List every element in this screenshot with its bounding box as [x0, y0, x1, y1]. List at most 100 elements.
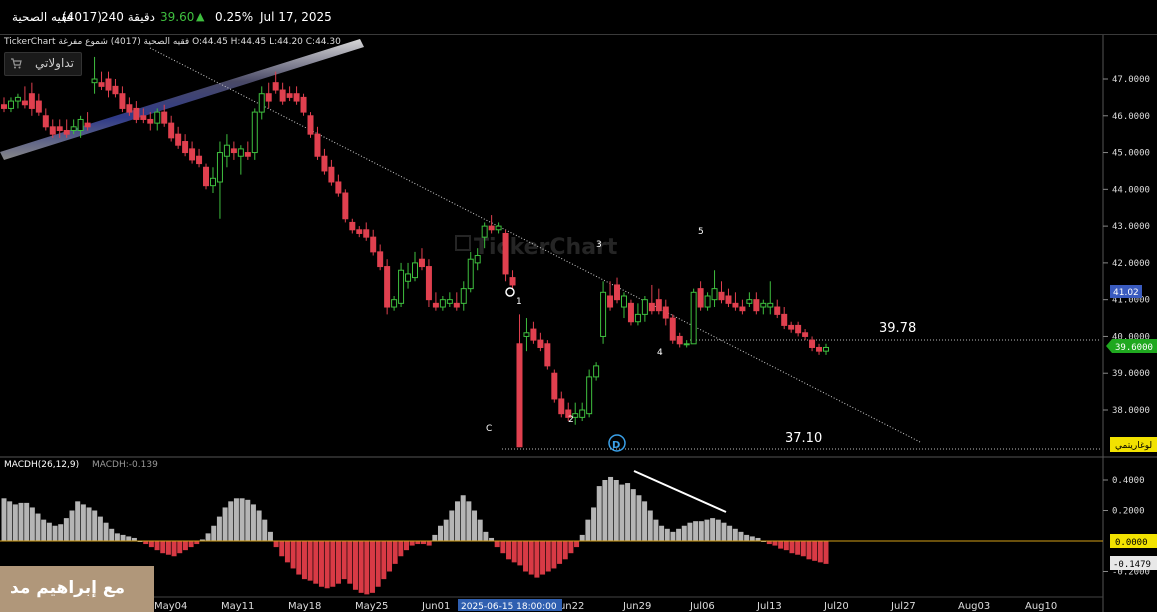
time-label: May18 [288, 601, 321, 612]
candle-body [760, 302, 767, 308]
price-chart[interactable]: TickerChart فقيه الصحية (4017) شموع مفرغ… [0, 35, 1157, 612]
macd-tick-label: 0.4000 [1112, 476, 1145, 486]
macd-bar [262, 519, 268, 541]
pivot-circle-marker [505, 287, 515, 297]
candle-body [655, 299, 662, 312]
candle-body [209, 177, 216, 187]
chart-header: TickerChart فقيه الصحية (4017) شموع مفرغ… [3, 37, 341, 47]
interval-label: 240 دقيقة [101, 10, 155, 24]
time-label: May04 [154, 601, 187, 612]
macd-bar [466, 501, 472, 541]
candle-body [349, 221, 356, 231]
candle-body [56, 126, 63, 131]
macd-bar [239, 498, 245, 541]
candle-body [244, 152, 251, 157]
time-axis[interactable]: May04 May11 May18 May25 Jun01 Jun22 Jun29 Jul06… [154, 601, 1057, 612]
macd-divergence-line[interactable] [633, 470, 727, 513]
price-tick-label: 46.0000 [1112, 112, 1150, 122]
candle-body [551, 372, 558, 400]
cart-icon [11, 58, 22, 69]
last-price-badge-text: 39.6000 [1115, 343, 1153, 353]
macd-bar [727, 525, 733, 541]
macd-bar [341, 541, 347, 580]
macd-bar [307, 541, 313, 581]
candle-body [1, 104, 7, 109]
candle-body [49, 126, 56, 135]
candle-body [725, 295, 732, 304]
candle-body [627, 302, 634, 323]
macd-title: MACDH(26,12,9) [4, 460, 79, 470]
falling-trendline[interactable] [149, 47, 921, 443]
macd-bar [80, 504, 86, 541]
candle-body [467, 258, 474, 290]
candle-body [265, 93, 272, 102]
candle-body [203, 166, 210, 187]
candle-body [488, 225, 495, 231]
candle-body [439, 299, 446, 308]
macd-bar [284, 541, 290, 563]
macd-bar [772, 541, 778, 546]
candle-body [509, 277, 516, 286]
candle-body [530, 328, 537, 341]
candle-body [84, 122, 91, 128]
candle-body [133, 107, 140, 120]
candle-body [300, 96, 307, 113]
macd-last-badge-text: -0.1479 [1113, 560, 1151, 570]
candle-body [147, 118, 154, 124]
candle-body [446, 299, 453, 304]
macd-bar [92, 510, 98, 541]
candle-body [279, 89, 286, 102]
candle-body [823, 346, 829, 352]
macd-bar [608, 476, 614, 541]
price-axis[interactable]: 47.0000 46.0000 45.0000 44.0000 43.0000 42.00… [1103, 75, 1150, 416]
candle-body [788, 324, 795, 330]
macd-bar [364, 541, 370, 595]
macd-bar [335, 541, 341, 584]
candle-body [620, 295, 627, 308]
candle-body [516, 343, 523, 448]
candle-body [377, 251, 384, 268]
candle-body [600, 291, 607, 337]
candle-body [739, 306, 746, 312]
macd-bar [585, 519, 591, 541]
macd-bar [704, 519, 710, 541]
candle-body [370, 236, 377, 253]
macd-zero-badge-text: 0.0000 [1115, 538, 1148, 548]
candle-body [537, 339, 544, 348]
macd-bar [273, 541, 279, 548]
macd-bar [318, 541, 324, 587]
macd-bar [511, 541, 517, 563]
macd-bar [35, 513, 41, 541]
candle-body [711, 288, 718, 301]
candle-body [495, 225, 502, 231]
candle-body [182, 141, 189, 154]
macd-bar [392, 541, 398, 564]
candle-body [474, 255, 481, 264]
candle-body [307, 115, 314, 135]
macd-bar [528, 541, 534, 575]
macd-bar [324, 541, 330, 589]
time-label: Aug03 [958, 601, 990, 612]
broker-button[interactable]: تداولاتي [4, 52, 82, 76]
macd-bar [823, 541, 829, 564]
candle-body [398, 269, 405, 304]
macd-bar [177, 541, 183, 554]
candle-body [356, 229, 363, 234]
macd-bar [789, 541, 795, 554]
macd-bar [710, 518, 716, 541]
time-label: Jul06 [689, 601, 715, 612]
candle-body [7, 100, 14, 109]
candle-body [453, 302, 460, 308]
candle-body [425, 266, 432, 301]
wave-2-label: 2 [568, 415, 574, 425]
macd-bar [403, 541, 409, 551]
candle-body [809, 339, 816, 348]
candle-body [63, 129, 70, 135]
macd-bar [29, 507, 35, 541]
candle-body [223, 144, 230, 157]
macd-bar [494, 541, 500, 548]
macd-bar [778, 541, 784, 549]
time-label: May25 [355, 601, 388, 612]
change-percent: 0.25% [215, 10, 254, 24]
author-watermark-text: مع إبراهيم مد [10, 578, 125, 598]
